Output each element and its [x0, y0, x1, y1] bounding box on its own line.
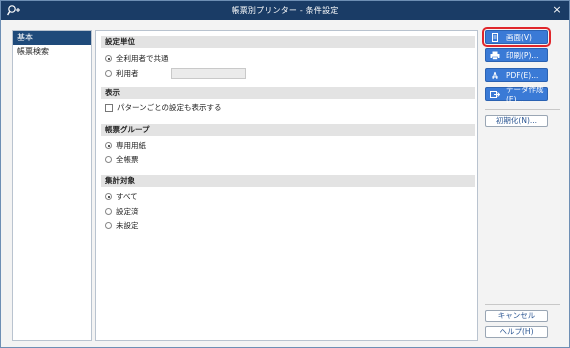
screen-doc-icon [492, 32, 498, 42]
section-form-group: 帳票グループ [101, 124, 475, 136]
radio-all-forms[interactable]: 全帳票 [105, 154, 139, 165]
radio-label: 利用者 [116, 69, 139, 78]
radio-indicator [105, 70, 112, 77]
action-sidebar: 画面(V) 印刷(P)... PDF(E)... データ作成(E)... 初期化… [481, 27, 563, 341]
title-bar: 帳票別プリンター - 条件設定 × [1, 1, 569, 20]
pdf-button[interactable]: PDF(E)... [485, 68, 548, 82]
initialize-button[interactable]: 初期化(N)... [485, 115, 548, 127]
cancel-button[interactable]: キャンセル [485, 310, 548, 322]
window-title: 帳票別プリンター - 条件設定 [231, 6, 339, 15]
pdf-icon [492, 71, 498, 79]
printer-icon [490, 51, 500, 60]
screen-button[interactable]: 画面(V) [482, 27, 551, 47]
checkbox-show-pattern[interactable]: パターンごとの設定も表示する [105, 102, 222, 113]
category-nav: 基本 帳票検索 [12, 30, 92, 341]
checkbox-label: パターンごとの設定も表示する [117, 103, 222, 112]
nav-item-form-search[interactable]: 帳票検索 [13, 45, 91, 59]
radio-label: 全帳票 [116, 155, 139, 164]
radio-label: 全利用者で共通 [116, 54, 169, 63]
section-display: 表示 [101, 87, 475, 99]
data-export-button[interactable]: データ作成(E)... [485, 85, 548, 104]
data-export-button-label: データ作成(E)... [506, 85, 544, 104]
section-setting-unit: 設定単位 [101, 36, 475, 48]
radio-indicator [105, 142, 112, 149]
radio-all-users-shared[interactable]: 全利用者で共通 [105, 53, 169, 64]
pdf-button-label: PDF(E)... [506, 70, 539, 80]
help-button[interactable]: ヘルプ(H) [485, 326, 548, 338]
close-icon[interactable]: × [550, 3, 564, 17]
radio-label: 未設定 [116, 221, 139, 230]
dialog-window: 帳票別プリンター - 条件設定 × 基本 帳票検索 設定単位 全利用者で共通 利… [0, 0, 570, 348]
section-aggregation-target: 集計対象 [101, 175, 475, 187]
divider [485, 109, 560, 110]
print-button-label: 印刷(P)... [506, 50, 539, 60]
radio-label: すべて [116, 192, 138, 201]
radio-indicator [105, 193, 112, 200]
screen-button-label: 画面(V) [506, 32, 532, 42]
radio-user[interactable]: 利用者 [105, 68, 139, 79]
radio-dedicated-paper[interactable]: 専用用紙 [105, 140, 146, 151]
print-button[interactable]: 印刷(P)... [485, 48, 548, 62]
export-arrow-icon [490, 90, 500, 98]
settings-panel: 設定単位 全利用者で共通 利用者 表示 パターンごとの設定も表示する 帳票グルー… [95, 30, 478, 341]
radio-indicator [105, 222, 112, 229]
radio-indicator [105, 156, 112, 163]
radio-target-unset[interactable]: 未設定 [105, 220, 139, 231]
radio-indicator [105, 208, 112, 215]
radio-target-all[interactable]: すべて [105, 191, 138, 202]
checkbox-box [105, 103, 113, 112]
radio-indicator [105, 55, 112, 62]
radio-label: 設定済 [116, 207, 139, 216]
radio-target-set[interactable]: 設定済 [105, 206, 139, 217]
nav-item-basic[interactable]: 基本 [13, 31, 91, 45]
user-field[interactable] [171, 68, 246, 79]
radio-label: 専用用紙 [116, 141, 146, 150]
divider [485, 304, 560, 305]
